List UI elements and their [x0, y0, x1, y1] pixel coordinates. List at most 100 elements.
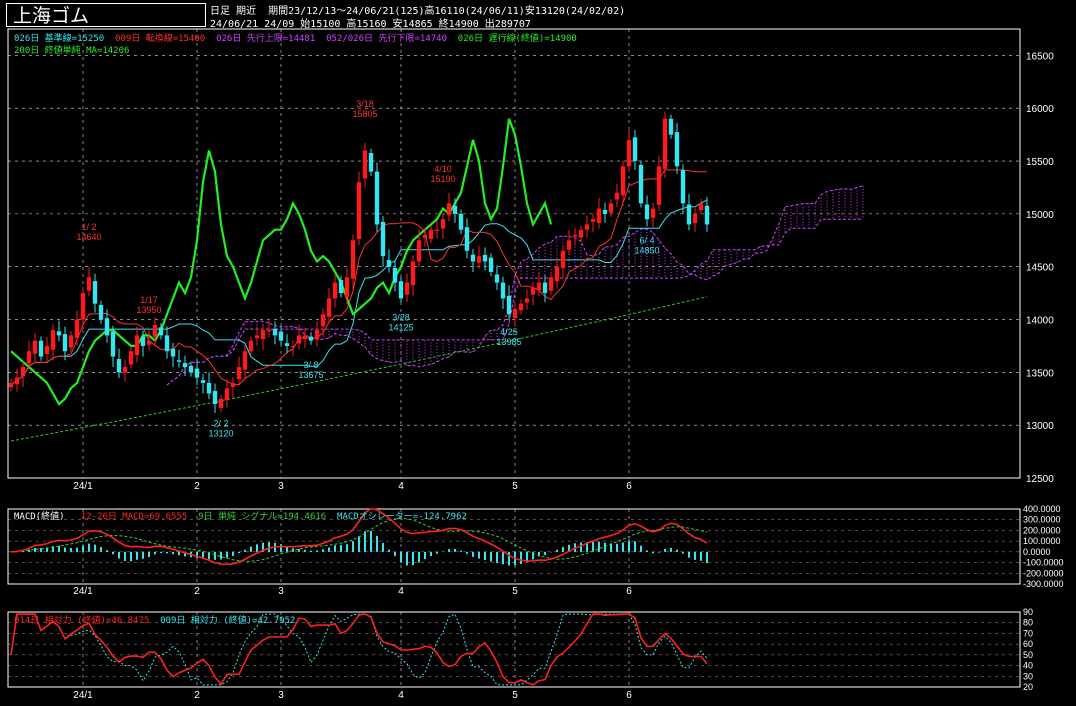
panel-frame-0 [7, 28, 1021, 479]
candle-body [548, 277, 554, 291]
candle-body [350, 240, 356, 279]
macd-y-label: 400.0000 [1023, 504, 1061, 514]
candle-body [152, 324, 158, 337]
rsi-y-label: 50 [1023, 650, 1033, 660]
peak-trough-annotations: 1/ 214640 1/1713950 2/ 213120 3/ 813675 3/18… [76, 99, 659, 439]
candle-body [596, 208, 602, 223]
candle-body [236, 367, 242, 380]
candle-body [410, 261, 416, 286]
candle-body [50, 330, 56, 350]
macd-signal-value: 9日 単純 シグナル=194.4616 [198, 512, 327, 522]
annotation-price: 15805 [352, 109, 377, 119]
candle-body [572, 235, 578, 237]
candle-body [404, 282, 410, 295]
annotation-date: 1/17 [140, 295, 158, 305]
candle-body [290, 345, 296, 347]
chikou-legend: 026日 遅行線(終値)=14900 [457, 34, 577, 44]
candle-body [92, 281, 98, 304]
candle-body [494, 274, 500, 283]
candle-body [176, 360, 182, 362]
candle-body [158, 327, 164, 336]
macd-y-label: -100.0000 [1023, 558, 1064, 568]
macd-y-label: -300.0000 [1023, 579, 1064, 589]
candle-body [266, 330, 272, 332]
candle-body [140, 336, 146, 346]
candle-body [668, 118, 674, 135]
x-tick-label: 2 [194, 586, 200, 597]
candle-body [542, 282, 548, 294]
chart-canvas: 1/ 214640 1/1713950 2/ 213120 3/ 813675 3/18… [7, 28, 1064, 701]
y-tick-label: 16500 [1026, 51, 1054, 62]
macd-value: 12-26日 MACD=69.6555 [80, 512, 188, 522]
rsi-y-label: 60 [1023, 639, 1033, 649]
rsi-legend: 014日 相対力 (終値)=46.8475 009日 相対力 (終値)=42.7… [14, 613, 295, 626]
candle-body [74, 319, 80, 338]
annotation-price: 14850 [634, 246, 659, 256]
annotation-date: 1/ 2 [81, 222, 96, 232]
candle-body [272, 328, 278, 336]
candle-body [422, 235, 428, 238]
candle-body [86, 277, 92, 291]
candle-body [188, 365, 194, 373]
instrument-title: 上海ゴム [6, 3, 206, 27]
rsi-y-label: 70 [1023, 628, 1033, 638]
candle-body [62, 334, 68, 352]
ma200-legend: 200日 終値単純 MA=14206 [14, 46, 130, 56]
candle-body [44, 345, 50, 354]
candle-body [14, 377, 20, 385]
x-tick-label: 4 [398, 586, 404, 597]
candle-body [560, 250, 566, 268]
candle-body [602, 209, 608, 214]
candle-body [584, 224, 590, 230]
candle-body [32, 340, 38, 354]
x-tick-label: 6 [626, 586, 632, 597]
candle-body [578, 229, 584, 238]
candle-body [506, 295, 512, 315]
candle-body [416, 240, 422, 262]
rsi-y-label: 20 [1023, 682, 1033, 692]
x-tick-label: 6 [626, 481, 632, 492]
annotation-price: 13120 [208, 428, 233, 438]
candle-body [452, 205, 458, 214]
candle-body [644, 204, 650, 220]
candle-body [230, 382, 236, 387]
candle-body [98, 304, 104, 320]
macd-y-label: 300.0000 [1023, 515, 1061, 525]
candle-body [326, 298, 332, 317]
macd-y-label: 200.0000 [1023, 525, 1061, 535]
rsi9-value: 009日 相対力 (終値)=42.7952 [160, 616, 296, 626]
x-tick-label: 4 [398, 690, 404, 701]
candle-body [608, 203, 614, 213]
candle-body [434, 229, 440, 231]
candle-body [38, 340, 44, 357]
candle-body [392, 267, 398, 283]
candle-body [146, 340, 152, 345]
x-tick-label: 6 [626, 690, 632, 701]
candle-body [224, 388, 230, 401]
candle-body [212, 390, 218, 405]
candle-body [554, 266, 560, 282]
candle-body [662, 118, 668, 169]
candle-body [344, 277, 350, 297]
annotation-price: 15190 [430, 174, 455, 184]
x-tick-label: 24/1 [73, 690, 93, 701]
candle-body [398, 281, 404, 299]
candle-body [248, 340, 254, 352]
candle-body [536, 282, 542, 291]
y-tick-label: 12500 [1026, 474, 1054, 485]
rsi14-value: 014日 相対力 (終値)=46.8475 [14, 616, 150, 626]
candle-body [338, 280, 344, 294]
candle-body [122, 367, 128, 373]
annotation-date: 3/ 8 [303, 360, 318, 370]
ichimoku-cloud [226, 185, 864, 367]
candle-body [206, 382, 212, 394]
macd-title: MACD(終値) [14, 512, 65, 522]
macd-y-label: 0.0000 [1023, 547, 1051, 557]
candle-body [686, 204, 692, 225]
candle-body [296, 335, 302, 344]
x-tick-label: 5 [512, 690, 518, 701]
candle-body [302, 335, 308, 340]
annotation-price: 14640 [76, 232, 101, 242]
ohlc-summary: 24/06/21 24/09 始15100 高15160 安14865 終149… [210, 19, 531, 30]
candle-body [218, 398, 224, 408]
